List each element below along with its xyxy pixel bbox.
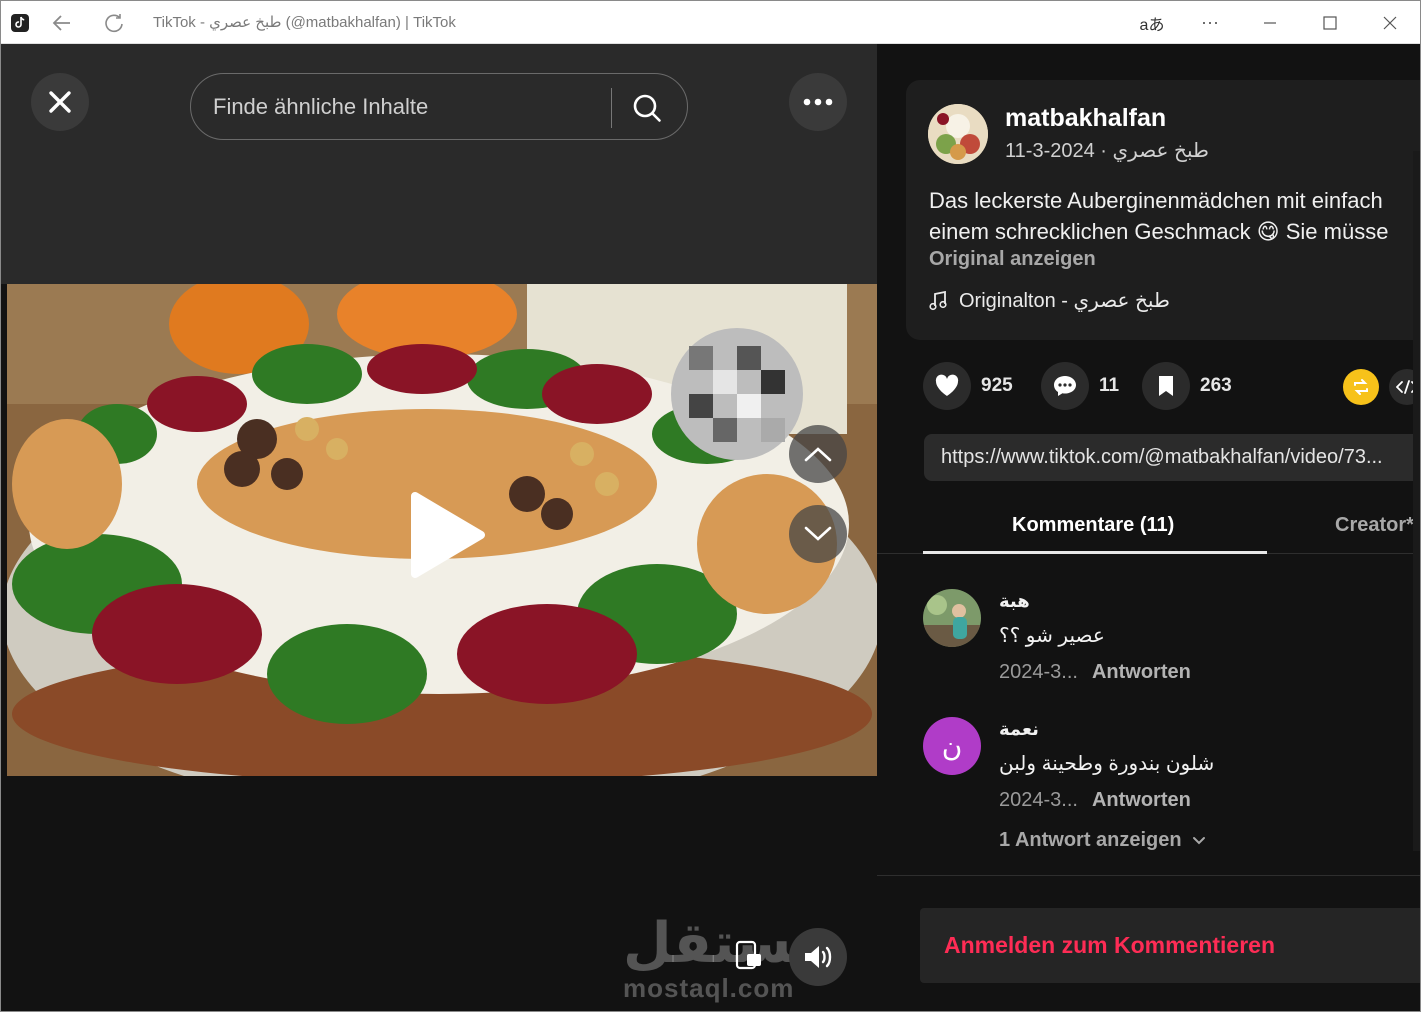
commenter-name[interactable]: هبة xyxy=(999,591,1030,612)
comment-text: شلون بندورة وطحينة ولبن xyxy=(999,753,1215,775)
share-url[interactable]: https://www.tiktok.com/@matbakhalfan/vid… xyxy=(941,446,1383,469)
close-icon xyxy=(49,91,71,113)
comment-meta: 2024-3... Antworten xyxy=(999,789,1191,812)
comment-meta: 2024-3... Antworten xyxy=(999,661,1191,684)
comment-text: عصير شو ؟؟ xyxy=(999,625,1105,647)
avatar-letter: ن xyxy=(941,729,963,763)
reply-button[interactable]: Antworten xyxy=(1092,789,1191,812)
comment-bubble-icon xyxy=(1054,376,1076,396)
like-action[interactable]: 925 xyxy=(923,362,1013,410)
comment-date: 2024-3... xyxy=(999,661,1078,683)
reload-icon[interactable] xyxy=(97,1,131,44)
window-title: TikTok - طبخ عصري (@matbakhalfan) | TikT… xyxy=(153,14,456,31)
creator-avatar[interactable] xyxy=(928,104,988,164)
comment-count: 11 xyxy=(1099,375,1120,396)
save-action[interactable]: 263 xyxy=(1142,362,1232,410)
speaker-icon xyxy=(805,946,832,968)
tab-creator[interactable]: Creator*i xyxy=(1335,514,1419,537)
video-player: مستقل mostaql.com xyxy=(1,44,877,1011)
comment-action[interactable]: 11 xyxy=(1041,362,1119,410)
comment-item: هبة عصير شو ؟؟ 2024-3... Antworten xyxy=(923,589,1403,699)
back-icon[interactable] xyxy=(45,1,79,44)
commenter-name[interactable]: نعمة xyxy=(999,719,1039,740)
read-aloud-button[interactable]: aあ xyxy=(1135,1,1169,44)
login-to-comment-link[interactable]: Anmelden zum Kommentieren xyxy=(944,932,1275,959)
creator-username[interactable]: matbakhalfan xyxy=(1005,104,1166,133)
sound-name: Originalton - طبخ عصري xyxy=(959,290,1170,312)
description-line-1: Das leckerste Auberginenmädchen mit einf… xyxy=(929,188,1383,213)
heart-icon xyxy=(935,374,959,396)
comment-input-divider xyxy=(877,875,1420,876)
repost-button[interactable] xyxy=(1343,369,1379,405)
like-count: 925 xyxy=(981,375,1013,396)
more-dots-icon xyxy=(803,98,833,106)
next-video-button[interactable] xyxy=(789,505,847,563)
comment-login-box[interactable]: Anmelden zum Kommentieren xyxy=(920,908,1420,983)
share-url-box[interactable]: https://www.tiktok.com/@matbakhalfan/vid… xyxy=(924,434,1420,481)
volume-button[interactable] xyxy=(789,928,847,986)
close-player-button[interactable] xyxy=(31,73,89,131)
show-original-link[interactable]: Original anzeigen xyxy=(929,248,1096,271)
comment-tabs: Kommentare (11) Creator*i xyxy=(877,502,1420,554)
watermark-url: mostaql.com xyxy=(623,973,795,1003)
scrollbar-track[interactable] xyxy=(1413,151,1420,851)
player-more-button[interactable] xyxy=(789,73,847,131)
post-description: Das leckerste Auberginenmädchen mit einf… xyxy=(929,185,1420,247)
similar-content-search[interactable] xyxy=(190,73,688,140)
comment-item: ن نعمة شلون بندورة وطحينة ولبن 2024-3...… xyxy=(923,717,1403,827)
previous-video-button[interactable] xyxy=(789,425,847,483)
tiktok-favicon-icon xyxy=(5,1,35,44)
maximize-icon[interactable] xyxy=(1313,1,1347,44)
active-tab-indicator xyxy=(923,551,1267,554)
reply-button[interactable]: Antworten xyxy=(1092,661,1191,684)
close-window-icon[interactable] xyxy=(1373,1,1407,44)
repost-icon xyxy=(1354,379,1368,395)
search-icon[interactable] xyxy=(631,92,663,124)
details-panel: matbakhalfan طبخ عصري · 2024-3-11 Das le… xyxy=(877,44,1420,1011)
post-info-card: matbakhalfan طبخ عصري · 2024-3-11 Das le… xyxy=(906,80,1420,340)
bookmark-icon xyxy=(1159,376,1173,396)
tab-comments[interactable]: Kommentare (11) xyxy=(1012,514,1174,537)
chevron-down-icon xyxy=(804,526,832,541)
commenter-avatar[interactable] xyxy=(923,589,981,647)
minimize-icon[interactable] xyxy=(1253,1,1287,44)
description-line-2: einem schrecklichen Geschmack 😋 Sie müss… xyxy=(929,219,1389,244)
show-replies-button[interactable]: 1 Antwort anzeigen xyxy=(999,829,1206,852)
title-bar: TikTok - طبخ عصري (@matbakhalfan) | TikT… xyxy=(1,1,1420,44)
show-replies-label: 1 Antwort anzeigen xyxy=(999,829,1182,851)
commenter-avatar[interactable]: ن xyxy=(923,717,981,775)
creator-subline: طبخ عصري · 2024-3-11 xyxy=(1005,140,1209,162)
save-count: 263 xyxy=(1200,375,1232,396)
browser-window: TikTok - طبخ عصري (@matbakhalfan) | TikT… xyxy=(0,0,1421,1012)
sound-link[interactable]: Originalton - طبخ عصري xyxy=(929,288,1170,313)
more-options-button[interactable]: ··· xyxy=(1193,1,1227,44)
play-icon[interactable] xyxy=(407,490,487,580)
chevron-up-icon xyxy=(804,447,832,462)
music-note-icon xyxy=(929,290,947,310)
comment-date: 2024-3... xyxy=(999,789,1078,811)
search-input[interactable] xyxy=(213,90,603,124)
floating-player-icon[interactable] xyxy=(733,939,765,976)
chevron-down-icon xyxy=(1192,836,1205,844)
search-divider xyxy=(611,88,612,128)
